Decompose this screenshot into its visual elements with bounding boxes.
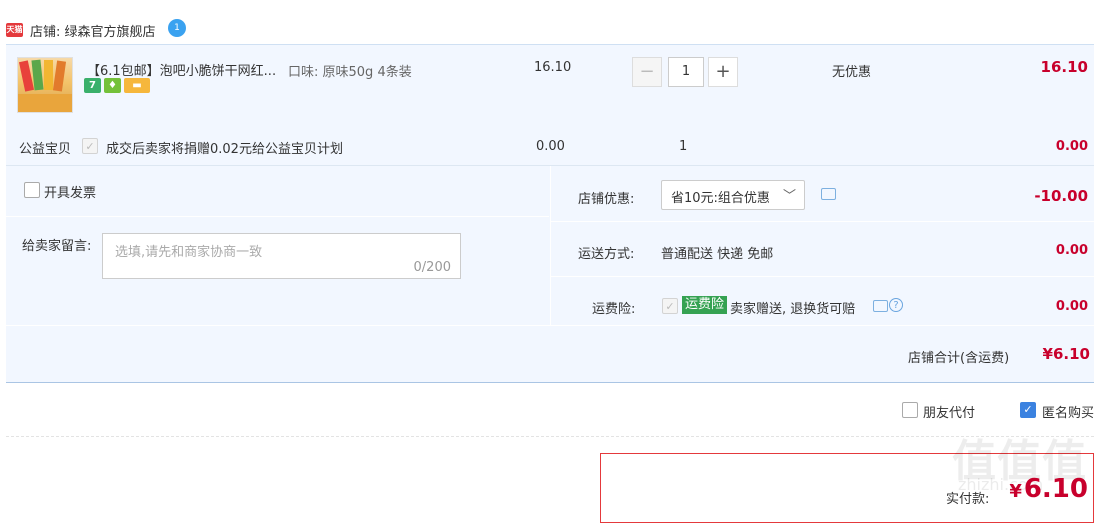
charity-checkbox: ✓: [82, 138, 98, 154]
charity-price: 0.00: [536, 139, 565, 154]
anonymous-label[interactable]: 匿名购买: [1042, 402, 1094, 421]
service-badges: 7 ♦ ▬: [84, 78, 153, 93]
increase-quantity-button[interactable]: +: [708, 57, 738, 87]
message-char-count: 0/200: [413, 260, 451, 275]
guarantee-badge-icon[interactable]: ♦: [104, 78, 121, 93]
message-label: 给卖家留言:: [22, 239, 92, 254]
product-title-link[interactable]: 【6.1包邮】泡吧小脆饼干网红...: [87, 60, 276, 79]
shop-name[interactable]: 店铺: 绿森官方旗舰店: [30, 21, 156, 40]
options-divider: [551, 276, 1094, 277]
shop-total-label: 店铺合计(含运费): [908, 351, 1010, 366]
wangwang-chat-icon[interactable]: 1: [168, 19, 186, 37]
unit-price: 16.10: [534, 60, 572, 75]
product-sku: 口味: 原味50g 4条装: [288, 65, 412, 80]
shipping-amount: 0.00: [1055, 243, 1088, 258]
charity-description: 成交后卖家将捐赠0.02元给公益宝贝计划: [106, 142, 343, 157]
invoice-label[interactable]: 开具发票: [44, 182, 96, 201]
options-divider: [6, 216, 549, 217]
options-divider: [6, 325, 1094, 326]
card-pay-badge-icon[interactable]: ▬: [124, 78, 150, 93]
tmall-logo: 天猫: [6, 23, 23, 37]
item-subtotal: 16.10: [1040, 58, 1088, 76]
comment-icon[interactable]: [821, 188, 836, 200]
pay-amount-value: 6.10: [1023, 474, 1088, 504]
item-discount: 无优惠: [832, 65, 872, 80]
comment-icon[interactable]: [873, 300, 888, 312]
help-icon[interactable]: ?: [889, 298, 903, 312]
dashed-divider: [6, 436, 1094, 437]
shop-promo-label: 店铺优惠:: [578, 192, 635, 207]
friend-pay-label[interactable]: 朋友代付: [923, 402, 975, 421]
insurance-label: 运费险:: [592, 302, 636, 317]
invoice-checkbox[interactable]: [24, 182, 40, 198]
shop-promo-value: 省10元:组合优惠: [671, 191, 770, 206]
friend-pay-checkbox[interactable]: [902, 402, 918, 418]
decrease-quantity-button[interactable]: −: [632, 57, 662, 87]
seller-message-textarea[interactable]: 选填,请先和商家协商一致 0/200: [102, 233, 461, 279]
charity-total: 0.00: [1055, 139, 1088, 154]
shipping-method: 普通配送 快递 免邮: [661, 247, 774, 262]
insurance-description: 卖家赠送, 退换货可赔: [730, 302, 856, 317]
seven-day-return-badge-icon[interactable]: 7: [84, 78, 101, 93]
pay-label: 实付款:: [946, 492, 990, 507]
currency-symbol: ¥: [1009, 481, 1022, 502]
anonymous-checkbox[interactable]: ✓: [1020, 402, 1036, 418]
shipping-label: 运送方式:: [578, 247, 635, 262]
charity-quantity: 1: [679, 139, 688, 154]
insurance-checkbox: ✓: [662, 298, 678, 314]
shop-promo-select[interactable]: 省10元:组合优惠 ﹀: [661, 180, 805, 210]
insurance-tag: 运费险: [682, 296, 728, 314]
options-divider: [551, 221, 1094, 222]
options-vertical-divider: [550, 166, 551, 326]
pay-amount: ¥6.10: [1000, 474, 1088, 504]
panel-bottom-border: [6, 382, 1094, 383]
charity-label: 公益宝贝: [19, 142, 72, 157]
shop-promo-amount: -10.00: [1034, 187, 1088, 205]
product-thumbnail[interactable]: [17, 57, 73, 113]
shop-total-amount: ¥6.10: [1042, 345, 1090, 363]
message-placeholder: 选填,请先和商家协商一致: [115, 245, 263, 260]
insurance-amount: 0.00: [1055, 299, 1088, 314]
quantity-input[interactable]: 1: [668, 57, 704, 87]
chevron-down-icon: ﹀: [782, 189, 796, 204]
